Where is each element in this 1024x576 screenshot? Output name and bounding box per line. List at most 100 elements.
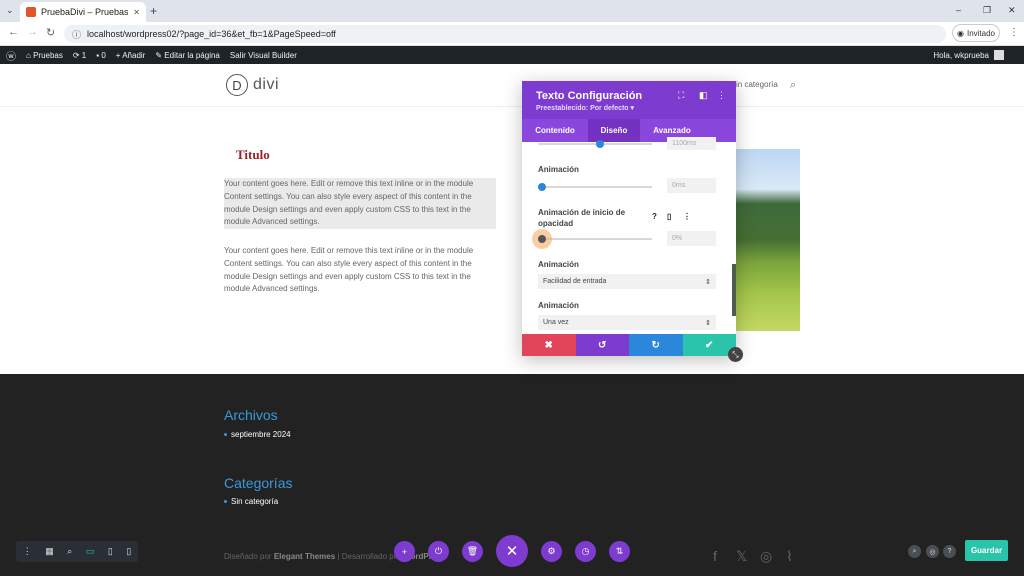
- site-logo[interactable]: D divi: [226, 74, 279, 96]
- favicon-icon: [26, 7, 36, 17]
- split-view-icon[interactable]: ◧: [699, 90, 708, 101]
- page-settings-button[interactable]: ⚙: [541, 541, 562, 562]
- search-icon[interactable]: ⌕: [908, 545, 921, 558]
- wordpress-logo-icon[interactable]: ⓦ: [6, 48, 16, 63]
- responsive-icon[interactable]: ▯: [667, 212, 671, 221]
- help-icon[interactable]: ?: [652, 212, 657, 221]
- opacity-slider-knob[interactable]: [538, 235, 546, 243]
- profile-label: Invitado: [966, 28, 995, 38]
- site-header: [0, 64, 1024, 107]
- restore-button[interactable]: ❐: [983, 5, 991, 16]
- repeat-value: Una vez: [543, 319, 569, 326]
- delay-label: Animación: [538, 165, 579, 174]
- credit-brand-link[interactable]: Elegant Themes: [274, 552, 335, 561]
- text-module-selected[interactable]: Your content goes here. Edit or remove t…: [224, 178, 496, 229]
- site-info-icon[interactable]: ⓘ: [72, 28, 81, 41]
- modal-title: Texto Configuración: [536, 90, 643, 102]
- archives-item-label: septiembre 2024: [231, 430, 291, 439]
- edit-page-label: Editar la página: [164, 50, 220, 60]
- history-button[interactable]: ◷: [575, 541, 596, 562]
- admin-site-link[interactable]: ⌂ Pruebas: [26, 51, 63, 60]
- modal-footer: ✖ ↺ ↻ ✔: [522, 334, 736, 356]
- back-icon[interactable]: ←: [8, 26, 19, 38]
- rss-icon[interactable]: ⌇: [786, 548, 793, 565]
- credit-prefix: Diseñado por: [224, 552, 272, 561]
- category-item-label: Sin categoría: [231, 497, 279, 506]
- help-icon[interactable]: ?: [943, 545, 956, 558]
- duration-value-input[interactable]: 1100ms: [667, 137, 716, 150]
- discard-button[interactable]: ✖: [522, 334, 576, 356]
- avatar: [994, 50, 1004, 60]
- tab-contenido[interactable]: Contenido: [522, 119, 588, 142]
- browser-tab[interactable]: PruebaDivi – Pruebas ✕: [20, 2, 146, 22]
- zoom-icon[interactable]: ⌕: [67, 546, 72, 557]
- desktop-view-icon[interactable]: ▭: [86, 546, 95, 557]
- preset-dropdown[interactable]: Preestablecido: Por defecto ▾: [536, 104, 634, 112]
- close-settings-bar-button[interactable]: ✕: [496, 535, 528, 567]
- more-options-icon[interactable]: ⋮: [717, 90, 726, 101]
- browser-menu-icon[interactable]: ⋮: [1009, 27, 1019, 38]
- undo-button[interactable]: ↺: [575, 334, 629, 356]
- opacity-slider-track[interactable]: [538, 238, 652, 240]
- duration-slider-knob[interactable]: [596, 140, 604, 148]
- modal-scrollbar[interactable]: [732, 264, 736, 316]
- bullet-icon: [224, 500, 227, 503]
- comments-count: 0: [101, 50, 106, 60]
- builder-menu-icon[interactable]: ⋮: [23, 546, 32, 557]
- delay-slider-track[interactable]: [538, 186, 652, 188]
- updates-link[interactable]: ⟳ 1: [73, 51, 86, 60]
- profile-button[interactable]: ◉ Invitado: [952, 24, 1000, 42]
- delay-slider-knob[interactable]: [538, 183, 546, 191]
- archives-link[interactable]: septiembre 2024: [224, 430, 291, 439]
- x-icon[interactable]: 𝕏: [736, 548, 747, 565]
- tab-list-chevron-icon[interactable]: ⌄: [6, 5, 14, 16]
- add-new-label: Añadir: [122, 50, 146, 60]
- save-button[interactable]: Guardar: [965, 540, 1008, 561]
- duration-slider-track[interactable]: [538, 143, 652, 145]
- add-new-link[interactable]: + Añadir: [116, 51, 146, 60]
- edit-page-link[interactable]: ✎ Editar la página: [155, 51, 220, 60]
- close-window-button[interactable]: ✕: [1008, 5, 1016, 16]
- facebook-icon[interactable]: f: [713, 548, 717, 564]
- landscape-image: [734, 149, 800, 331]
- url-field[interactable]: ⓘ localhost/wordpress02/?page_id=36&et_f…: [64, 25, 946, 43]
- delay-value-input[interactable]: 0ms: [667, 178, 716, 193]
- close-tab-icon[interactable]: ✕: [133, 8, 140, 17]
- redo-button[interactable]: ↻: [629, 334, 683, 356]
- reload-icon[interactable]: ↻: [46, 26, 55, 39]
- instagram-icon[interactable]: ◎: [760, 548, 772, 565]
- shortcuts-icon[interactable]: ◎: [926, 545, 939, 558]
- wireframe-icon[interactable]: ▦: [45, 546, 54, 557]
- easing-label: Animación: [538, 260, 579, 269]
- portability-button[interactable]: ⏻: [428, 541, 449, 562]
- resize-handle-icon[interactable]: ⤡: [728, 347, 743, 362]
- comments-link[interactable]: ▪ 0: [96, 51, 106, 60]
- forward-icon[interactable]: →: [27, 26, 38, 38]
- field-options-icon[interactable]: ⋮: [683, 212, 691, 221]
- tab-diseno[interactable]: Diseño: [588, 119, 640, 142]
- header-search-icon[interactable]: ⌕: [790, 79, 796, 92]
- new-tab-button[interactable]: +: [150, 4, 157, 18]
- bullet-icon: [224, 433, 227, 436]
- account-menu[interactable]: Hola, wkprueba: [933, 46, 1004, 64]
- add-module-button[interactable]: +: [394, 541, 415, 562]
- page-heading[interactable]: Titulo: [236, 147, 270, 163]
- tablet-view-icon[interactable]: ▯: [108, 546, 113, 557]
- exit-builder-link[interactable]: Salir Visual Builder: [230, 51, 297, 60]
- text-module[interactable]: Your content goes here. Edit or remove t…: [224, 245, 496, 296]
- fullscreen-icon[interactable]: ⛶: [678, 90, 684, 101]
- phone-view-icon[interactable]: ▯: [126, 546, 131, 557]
- opacity-value-input[interactable]: 0%: [667, 231, 716, 246]
- minimize-button[interactable]: –: [956, 5, 961, 15]
- profile-icon: ◉: [956, 28, 964, 38]
- logo-text: divi: [253, 76, 280, 93]
- logo-mark: D: [226, 74, 248, 96]
- repeat-select[interactable]: Una vez ⇕: [538, 315, 716, 330]
- sort-button[interactable]: ⇅: [609, 541, 630, 562]
- credit-mid: | Desarrollado por: [337, 552, 401, 561]
- clear-layout-button[interactable]: 🗑: [462, 541, 483, 562]
- easing-select[interactable]: Facilidad de entrada ⇕: [538, 274, 716, 289]
- category-link[interactable]: Sin categoría: [224, 497, 278, 506]
- site-name: Pruebas: [33, 50, 63, 60]
- menu-item-category[interactable]: in categoría: [736, 80, 778, 89]
